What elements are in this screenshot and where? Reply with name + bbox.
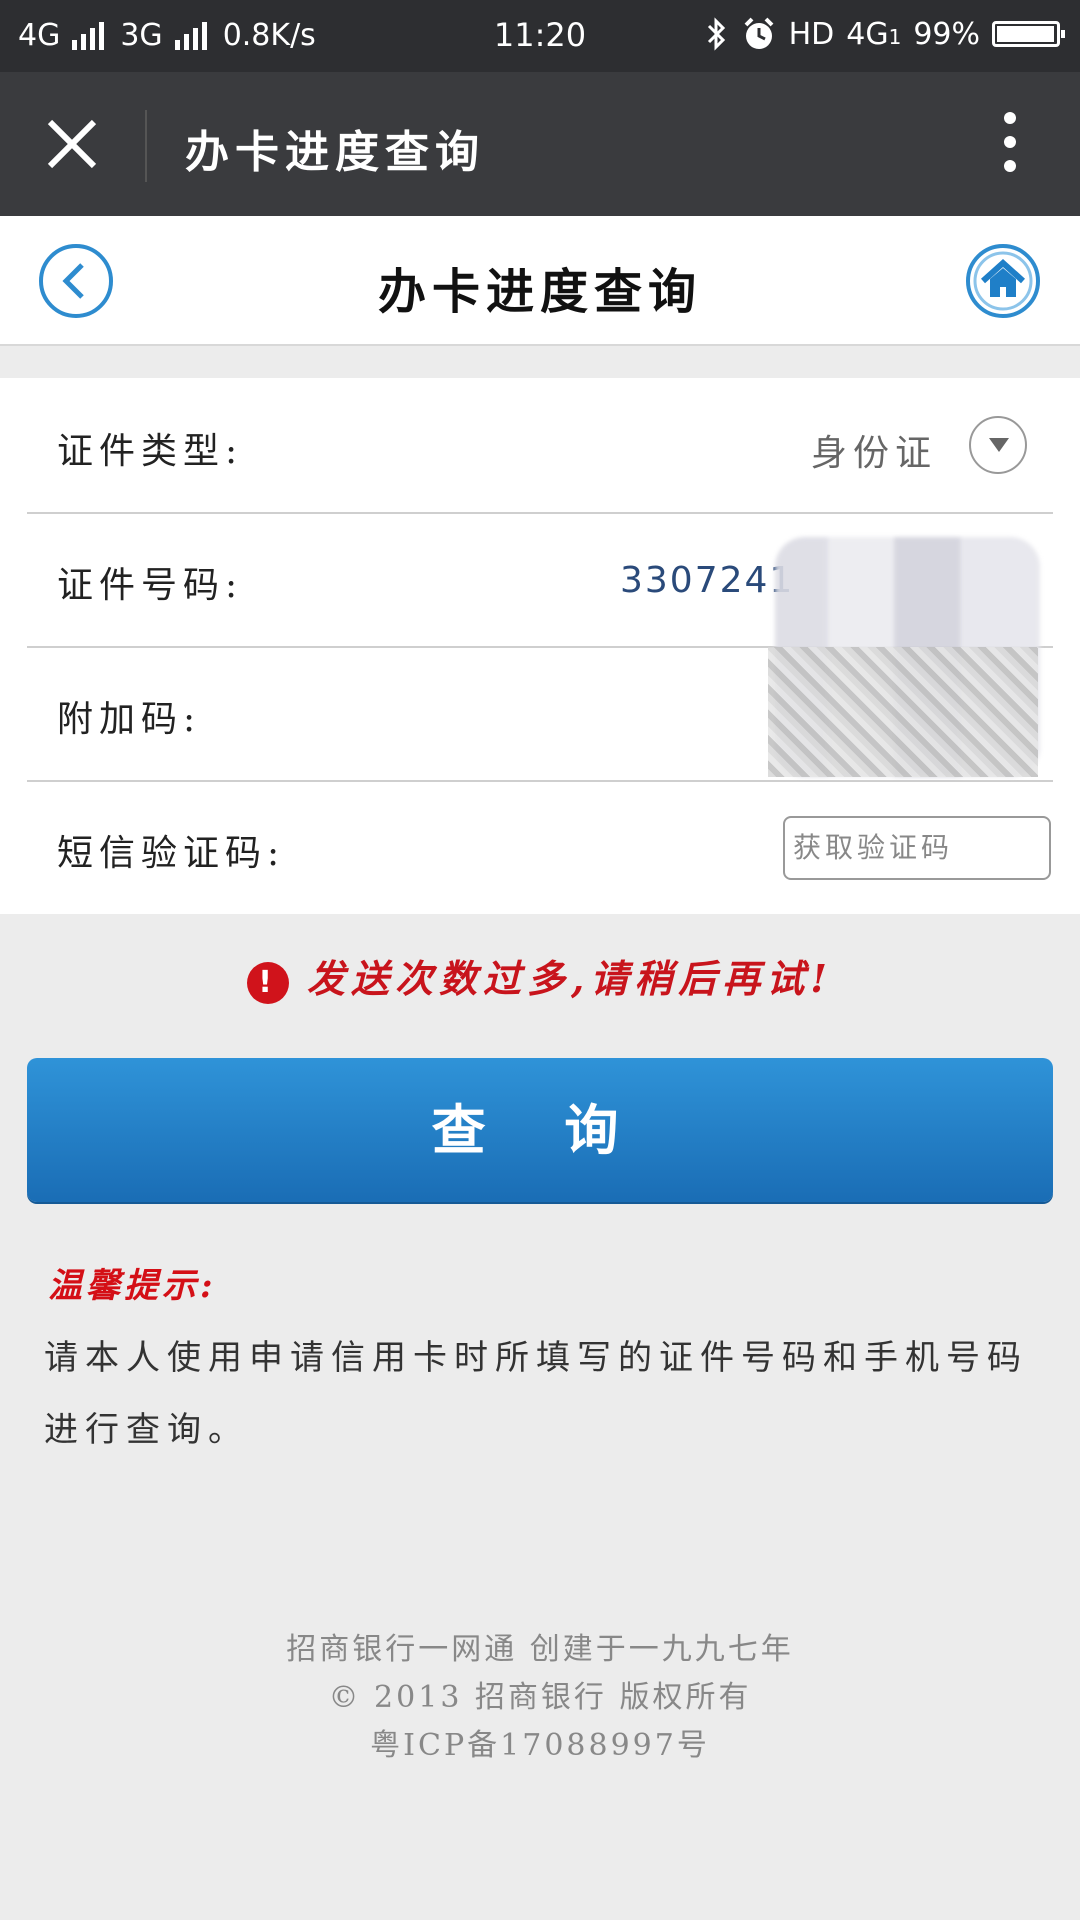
hd-label: HD bbox=[788, 16, 835, 52]
network-4g-label-2: 4G1 bbox=[846, 16, 902, 52]
status-right: HD 4G1 99% bbox=[705, 16, 1065, 52]
footer-line1: 招商银行一网通 创建于一九九七年 bbox=[286, 1632, 794, 1667]
id-type-row[interactable]: 证件类型: 身份证 bbox=[27, 378, 1053, 514]
tips-text: 请本人使用申请信用卡时所填写的证件号码和手机号码进行查询。 bbox=[44, 1338, 1028, 1450]
id-number-label: 证件号码: bbox=[57, 565, 244, 606]
battery-fill bbox=[997, 26, 1054, 42]
bluetooth-icon bbox=[707, 17, 725, 51]
app-titlebar: 办卡进度查询 bbox=[0, 72, 1080, 216]
close-icon[interactable] bbox=[40, 112, 104, 176]
page-title: 办卡进度查询 bbox=[377, 264, 702, 320]
get-sms-code-button[interactable]: 获取验证码 bbox=[783, 816, 1051, 880]
error-message: ! 发送次数过多,请稍后再试! bbox=[0, 948, 1080, 1004]
titlebar-divider bbox=[145, 110, 147, 182]
captcha-image[interactable] bbox=[768, 647, 1038, 777]
sms-code-label: 短信验证码: bbox=[57, 833, 286, 874]
id-type-label: 证件类型: bbox=[57, 431, 244, 472]
footer-line2: © 2013 招商银行 版权所有 bbox=[328, 1680, 752, 1715]
battery-icon bbox=[992, 21, 1065, 47]
titlebar-title: 办卡进度查询 bbox=[185, 127, 485, 178]
dropdown-arrow-icon[interactable] bbox=[969, 416, 1027, 474]
query-button[interactable]: 查 询 bbox=[27, 1058, 1053, 1202]
battery-percent: 99% bbox=[913, 16, 980, 52]
error-text: 发送次数过多,请稍后再试! bbox=[307, 956, 833, 1001]
home-icon[interactable] bbox=[965, 243, 1041, 319]
footer-line3: 粤ICP备17088997号 bbox=[370, 1728, 710, 1763]
extra-code-label: 附加码: bbox=[57, 699, 202, 740]
more-menu-icon[interactable] bbox=[1002, 112, 1018, 182]
id-number-input[interactable]: 3307241 bbox=[620, 560, 794, 601]
error-icon: ! bbox=[247, 961, 290, 1004]
status-bar: 4G 3G 0.8K/s 11:20 HD 4G1 99% bbox=[0, 0, 1080, 72]
tips-title: 温馨提示: bbox=[48, 1266, 217, 1306]
alarm-icon bbox=[744, 17, 773, 49]
footer: 招商银行一网通 创建于一九九七年 © 2013 招商银行 版权所有 粤ICP备1… bbox=[0, 1626, 1080, 1770]
id-type-select[interactable]: 身份证 bbox=[811, 424, 937, 476]
